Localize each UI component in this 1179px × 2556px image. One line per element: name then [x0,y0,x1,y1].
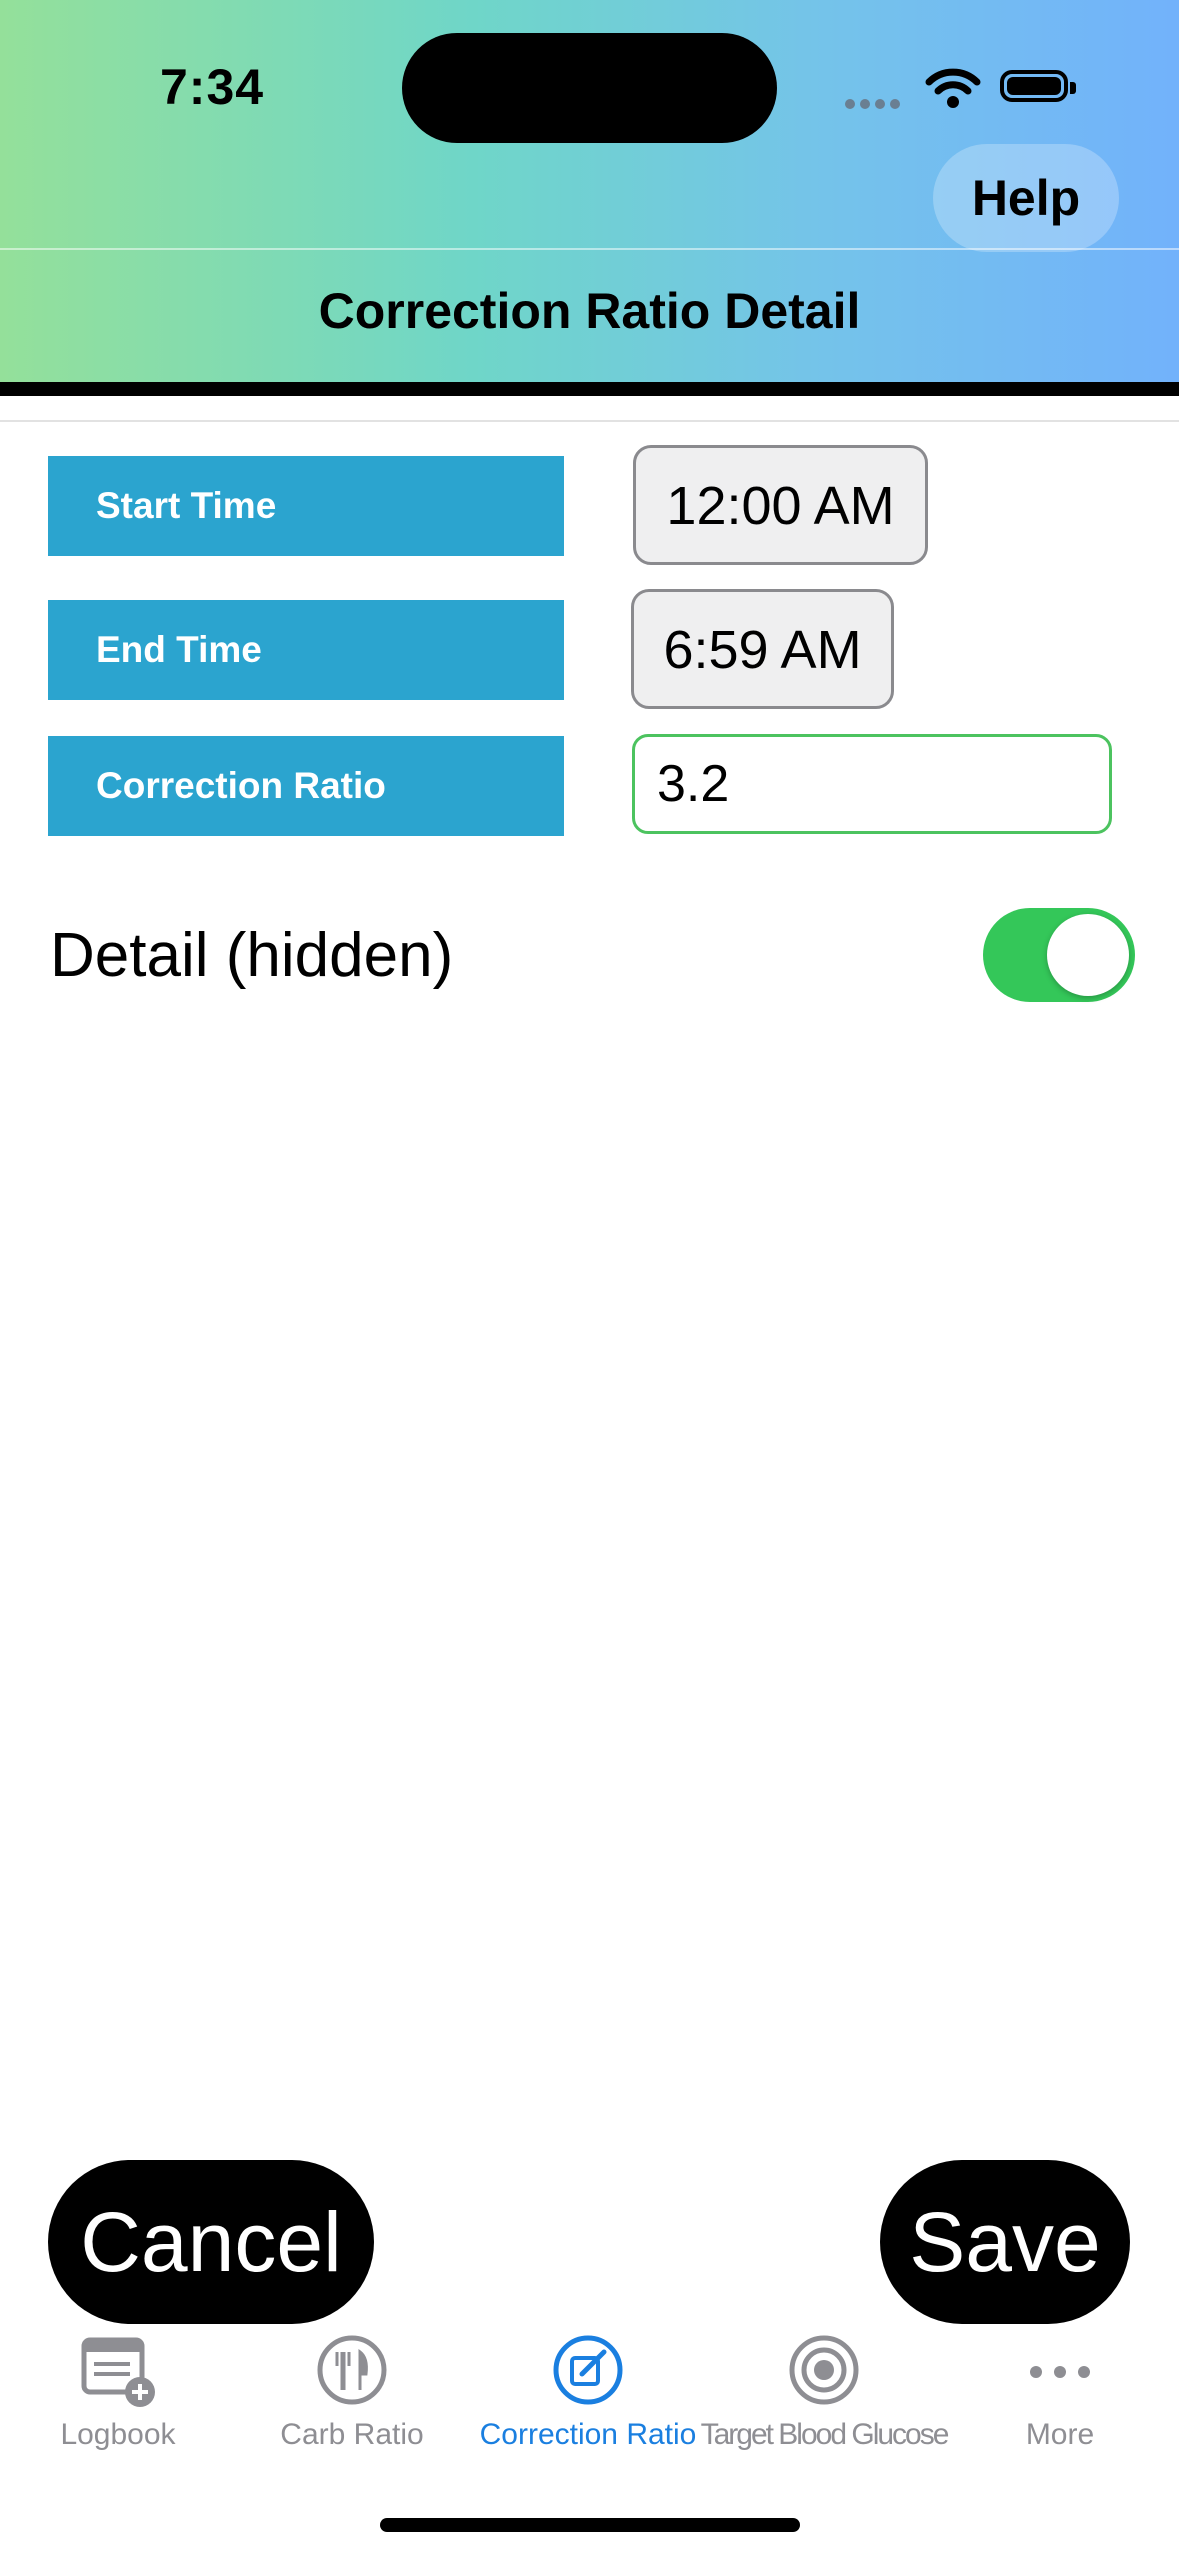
header: 7:34 Help Correction Ratio Detail [0,0,1179,382]
status-icons [845,60,1085,116]
header-bottom-bar [0,382,1179,396]
edit-icon [553,2335,623,2405]
tab-label: Correction Ratio [479,2418,697,2451]
start-time-label: Start Time [48,456,564,556]
tab-logbook[interactable]: Logbook [0,2320,236,2460]
toggle-knob [1047,914,1129,996]
detail-toggle[interactable] [983,908,1135,1002]
more-icon [1030,2366,1090,2378]
end-time-picker[interactable]: 6:59 AM [631,589,894,709]
save-button[interactable]: Save [880,2160,1130,2324]
tab-label: Target Blood Glucose [700,2418,950,2451]
home-indicator [380,2518,800,2532]
start-time-picker[interactable]: 12:00 AM [633,445,928,565]
tab-target-blood-glucose[interactable]: Target Blood Glucose [701,2320,949,2460]
correction-ratio-input[interactable] [632,734,1112,834]
tab-bar: Logbook Carb Ratio Correction Ratio Targ… [0,2320,1179,2460]
tab-correction-ratio[interactable]: Correction Ratio [470,2320,706,2460]
target-icon [789,2335,859,2405]
correction-ratio-label: Correction Ratio [48,736,564,836]
header-divider [0,248,1179,250]
tab-label: More [1025,2418,1095,2451]
dynamic-island [402,33,777,143]
page-title: Correction Ratio Detail [318,283,861,339]
wifi-icon [925,68,981,108]
tab-label: Carb Ratio [280,2418,424,2451]
signal-dots-icon [845,96,905,114]
detail-label: Detail (hidden) [50,921,454,990]
help-button[interactable]: Help [933,144,1119,252]
divider [0,420,1179,422]
cancel-button[interactable]: Cancel [48,2160,374,2324]
logbook-icon [81,2337,155,2407]
battery-icon [1000,70,1076,102]
tab-more[interactable]: More [942,2320,1178,2460]
status-time: 7:34 [160,59,265,115]
tab-carb-ratio[interactable]: Carb Ratio [234,2320,470,2460]
fork-knife-icon [317,2335,387,2405]
end-time-label: End Time [48,600,564,700]
